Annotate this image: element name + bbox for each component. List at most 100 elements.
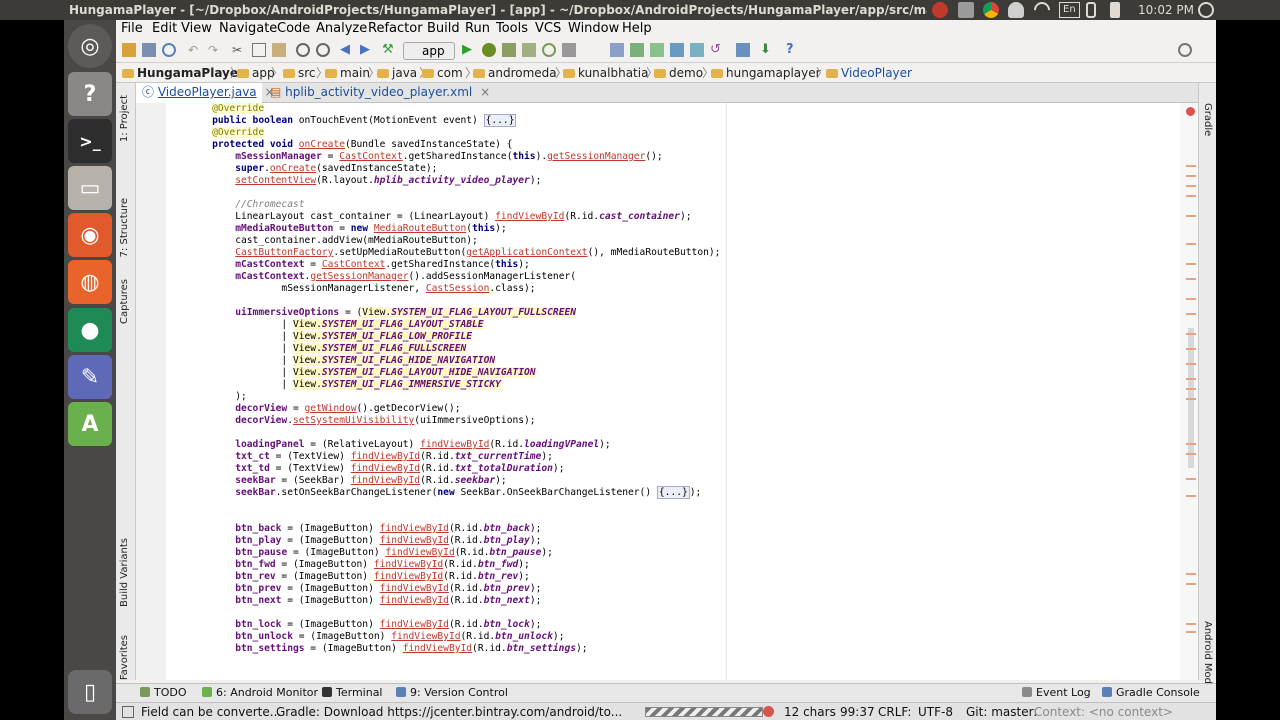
copy-icon[interactable] [252, 43, 266, 57]
crumb-app[interactable]: app [237, 63, 275, 83]
file-encoding[interactable]: UTF-8 [918, 703, 953, 720]
help-icon[interactable]: ? [68, 72, 112, 116]
menu-file[interactable]: File [121, 20, 143, 38]
warning-marker[interactable] [1186, 185, 1196, 187]
git-branch[interactable]: Git: master: [966, 703, 1037, 720]
code-line[interactable]: | View.SYSTEM_UI_FLAG_IMMERSIVE_STICKY [166, 379, 720, 391]
make-project-icon[interactable]: ⚒ [382, 43, 396, 57]
code-line[interactable]: super.onCreate(savedInstanceState); [166, 163, 720, 175]
tool-tab-structure[interactable]: 7: Structure [119, 198, 130, 257]
firefox-icon[interactable]: ◍ [68, 260, 112, 304]
source-code[interactable]: @Override public boolean onTouchEvent(Mo… [166, 103, 720, 655]
code-line[interactable]: @Override [166, 103, 720, 115]
code-line[interactable]: uiImmersiveOptions = (View.SYSTEM_UI_FLA… [166, 307, 720, 319]
crumb-demo[interactable]: demo [654, 63, 703, 83]
chrome-tray-icon[interactable] [983, 2, 999, 18]
code-line[interactable] [166, 295, 720, 307]
battery-icon[interactable] [1086, 2, 1096, 18]
files-icon[interactable]: ▭ [68, 166, 112, 210]
debug-icon[interactable] [482, 43, 496, 57]
warning-marker[interactable] [1186, 478, 1196, 480]
dash-home-icon[interactable]: ◎ [68, 24, 112, 68]
code-line[interactable] [166, 511, 720, 523]
code-line[interactable]: mSessionManagerListener, CastSession.cla… [166, 283, 720, 295]
error-status-icon[interactable] [1186, 107, 1195, 116]
code-line[interactable]: | View.SYSTEM_UI_FLAG_HIDE_NAVIGATION [166, 355, 720, 367]
warning-marker[interactable] [1186, 215, 1196, 217]
code-line[interactable]: btn_settings = (ImageButton) findViewByI… [166, 643, 720, 655]
tool-tab-build-variants[interactable]: Build Variants [119, 538, 130, 607]
code-line[interactable]: CastButtonFactory.setUpMediaRouteButton(… [166, 247, 720, 259]
menu-vcs[interactable]: VCS [535, 20, 561, 38]
code-line[interactable]: | View.SYSTEM_UI_FLAG_LAYOUT_HIDE_NAVIGA… [166, 367, 720, 379]
code-line[interactable]: mCastContext = CastContext.getSharedInst… [166, 259, 720, 271]
warning-marker[interactable] [1186, 195, 1196, 197]
forward-icon[interactable]: ▶ [360, 43, 374, 57]
tool-tab-project[interactable]: 1: Project [119, 95, 130, 142]
tab-hplib-xml[interactable]: ▤ hplib_activity_video_player.xml × [264, 83, 490, 103]
project-structure-icon[interactable] [670, 43, 684, 57]
warning-marker[interactable] [1186, 573, 1196, 575]
code-line[interactable]: btn_back = (ImageButton) findViewById(R.… [166, 523, 720, 535]
code-editor[interactable]: @Override public boolean onTouchEvent(Mo… [166, 103, 1180, 680]
warning-marker[interactable] [1186, 175, 1196, 177]
code-line[interactable]: seekBar.setOnSeekBarChangeListener(new S… [166, 486, 720, 499]
find-icon[interactable] [296, 43, 310, 57]
close-tab-icon[interactable]: × [480, 85, 490, 99]
paste-icon[interactable] [272, 43, 286, 57]
attach-debugger-icon[interactable] [502, 43, 516, 57]
menu-help[interactable]: Help [622, 20, 652, 38]
warning-marker[interactable] [1186, 348, 1196, 350]
gradle-sync-icon[interactable] [610, 43, 624, 57]
crumb-com[interactable]: com [422, 63, 463, 83]
code-line[interactable]: btn_next = (ImageButton) findViewById(R.… [166, 595, 720, 607]
crumb-src[interactable]: src [283, 63, 316, 83]
crumb-videoplayer-class[interactable]: VideoPlayer [826, 63, 912, 83]
code-line[interactable]: txt_td = (TextView) findViewById(R.id.tx… [166, 463, 720, 475]
code-line[interactable]: public boolean onTouchEvent(MotionEvent … [166, 114, 720, 127]
code-line[interactable]: setContentView(R.layout.hplib_activity_v… [166, 175, 720, 187]
menu-tools[interactable]: Tools [496, 20, 528, 38]
sync-icon[interactable] [162, 43, 176, 57]
crumb-andromeda[interactable]: andromeda [473, 63, 557, 83]
stop-icon[interactable] [562, 43, 576, 57]
run-configuration-select[interactable]: app [403, 42, 455, 60]
tab-videoplayer-java[interactable]: ⓒ VideoPlayer.java × [136, 83, 275, 103]
menu-code[interactable]: Code [277, 20, 310, 38]
layout-inspector-icon[interactable] [736, 43, 750, 57]
code-line[interactable]: | View.SYSTEM_UI_FLAG_FULLSCREEN [166, 343, 720, 355]
crumb-java[interactable]: java [377, 63, 417, 83]
line-separator[interactable]: CRLF: [878, 703, 911, 720]
download-icon[interactable]: ⬇ [760, 43, 774, 57]
warning-marker[interactable] [1186, 443, 1196, 445]
editor-gutter[interactable] [136, 103, 166, 680]
code-line[interactable]: ); [166, 391, 720, 403]
menu-window[interactable]: Window [568, 20, 619, 38]
gradle-progress-text[interactable]: Gradle: Download https://jcenter.bintray… [276, 703, 640, 720]
code-line[interactable]: loadingPanel = (RelativeLayout) findView… [166, 439, 720, 451]
code-line[interactable] [166, 499, 720, 511]
warning-marker[interactable] [1186, 398, 1196, 400]
power-icon[interactable] [1198, 2, 1214, 18]
warning-marker[interactable] [1186, 363, 1196, 365]
code-line[interactable]: decorView.setSystemUiVisibility(uiImmers… [166, 415, 720, 427]
code-line[interactable]: @Override [166, 127, 720, 139]
menu-analyze[interactable]: Analyze [316, 20, 367, 38]
code-line[interactable]: LinearLayout cast_container = (LinearLay… [166, 211, 720, 223]
event-log-tab[interactable]: Event Log [1022, 684, 1091, 702]
dropbox-icon[interactable] [958, 2, 974, 18]
tool-tab-captures[interactable]: Captures [119, 279, 130, 324]
code-line[interactable]: | View.SYSTEM_UI_FLAG_LOW_PROFILE [166, 331, 720, 343]
code-line[interactable]: mMediaRouteButton = new MediaRouteButton… [166, 223, 720, 235]
help-toolbar-icon[interactable]: ? [786, 43, 800, 57]
keyboard-language-indicator[interactable]: En [1059, 2, 1080, 18]
warning-marker[interactable] [1186, 631, 1196, 633]
terminal-icon[interactable]: >_ [68, 119, 112, 163]
search-everywhere-icon[interactable] [1178, 43, 1192, 57]
code-line[interactable]: decorView = getWindow().getDecorView(); [166, 403, 720, 415]
android-device-monitor-icon[interactable] [690, 43, 704, 57]
crumb-hungamaplayer[interactable]: hungamaplayer [711, 63, 821, 83]
camera-app-icon[interactable]: ● [68, 308, 112, 352]
code-line[interactable] [166, 607, 720, 619]
code-line[interactable]: mSessionManager = CastContext.getSharedI… [166, 151, 720, 163]
